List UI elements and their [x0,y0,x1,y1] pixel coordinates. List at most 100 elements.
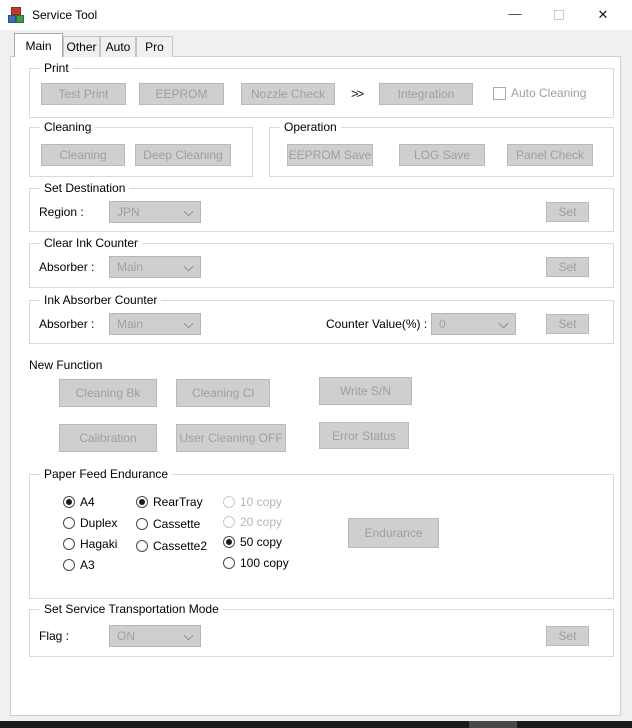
endurance-button[interactable]: Endurance [348,518,439,548]
print-group-title: Print [40,61,73,75]
eeprom-save-button[interactable]: EEPROM Save [287,144,373,166]
counter-value: 0 [439,317,446,331]
cleaning-cl-button[interactable]: Cleaning Cl [176,379,270,407]
clear-absorber-label: Absorber : [39,260,95,274]
flag-value: ON [117,629,135,643]
checkbox-icon [493,86,506,100]
radio-label: 50 copy [240,535,283,549]
user-cleaning-off-button[interactable]: User Cleaning OFF [176,424,286,452]
radio-icon [136,518,148,530]
radio-icon [223,516,235,528]
auto-cleaning-checkbox-row[interactable]: Auto Cleaning [493,86,586,100]
flag-label: Flag : [39,629,70,643]
set-destination-set-button[interactable]: Set [546,202,589,222]
write-sn-button[interactable]: Write S/N [319,377,412,405]
ink-absorber-counter-title: Ink Absorber Counter [40,293,162,307]
radio-label: 20 copy [240,515,283,529]
maximize-icon [554,10,564,20]
maximize-button[interactable] [537,0,581,30]
radio-icon [223,496,235,508]
chevron-down-icon [498,318,509,329]
panel-check-button[interactable]: Panel Check [507,144,593,166]
taskbar-app-indicator[interactable] [469,721,517,728]
paper-feed-endurance-title: Paper Feed Endurance [40,467,173,481]
counter-value-label: Counter Value(%) : [326,317,428,331]
radio-label: 100 copy [240,556,289,570]
nozzle-check-button[interactable]: Nozzle Check [241,83,335,105]
radio-label: RearTray [153,495,203,509]
arrow-glyph: >> [351,86,364,101]
counter-value-dropdown[interactable]: 0 [431,313,516,335]
radio-label: Cassette [153,517,201,531]
radio-icon [63,517,75,529]
radio-hagaki[interactable]: Hagaki [63,537,117,551]
tab-auto[interactable]: Auto [100,36,136,57]
new-function-title: New Function [29,358,103,372]
calibration-button[interactable]: Calibration [59,424,157,452]
chevron-down-icon [183,318,194,329]
radio-20-copy[interactable]: 20 copy [223,515,282,529]
radio-icon [63,559,75,571]
clear-ink-set-button[interactable]: Set [546,257,589,277]
radio-icon [136,540,148,552]
error-status-button[interactable]: Error Status [319,422,409,449]
absorber-dropdown[interactable]: Main [109,313,201,335]
transport-set-button[interactable]: Set [546,626,589,646]
radio-reartray[interactable]: RearTray [136,495,203,509]
radio-label: Duplex [80,516,118,530]
radio-icon [223,557,235,569]
deep-cleaning-button[interactable]: Deep Cleaning [135,144,231,166]
chevron-down-icon [183,206,194,217]
radio-label: Cassette2 [153,539,208,553]
region-dropdown[interactable]: JPN [109,201,201,223]
tab-pro[interactable]: Pro [136,36,173,57]
clear-absorber-dropdown[interactable]: Main [109,256,201,278]
region-value: JPN [117,205,140,219]
operation-group-title: Operation [280,120,341,134]
window-controls: — ✕ [493,0,625,30]
close-icon: ✕ [597,7,609,22]
radio-icon [136,496,148,508]
minimize-icon: — [508,5,522,21]
integration-button[interactable]: Integration [379,83,473,105]
auto-cleaning-label: Auto Cleaning [511,86,587,100]
cleaning-button[interactable]: Cleaning [41,144,125,166]
tab-main[interactable]: Main [14,33,63,57]
log-save-button[interactable]: LOG Save [399,144,485,166]
radio-label: Hagaki [80,537,118,551]
radio-duplex[interactable]: Duplex [63,516,117,530]
window-title: Service Tool [32,8,98,22]
minimize-button[interactable]: — [493,0,537,30]
radio-cassette[interactable]: Cassette [136,517,200,531]
radio-label: A3 [80,558,95,572]
title-bar: Service Tool — ✕ [0,0,632,30]
radio-a4[interactable]: A4 [63,495,95,509]
radio-cassette2[interactable]: Cassette2 [136,539,207,553]
radio-50-copy[interactable]: 50 copy [223,535,282,549]
chevron-down-icon [183,630,194,641]
flag-dropdown[interactable]: ON [109,625,201,647]
taskbar [0,721,632,728]
radio-a3[interactable]: A3 [63,558,95,572]
cleaning-bk-button[interactable]: Cleaning Bk [59,379,157,407]
cleaning-group-title: Cleaning [40,120,96,134]
clear-absorber-value: Main [117,260,144,274]
eeprom-button[interactable]: EEPROM [139,83,224,105]
chevron-down-icon [183,261,194,272]
radio-icon [223,536,235,548]
main-tab-page: Print Test Print EEPROM Nozzle Check >> … [10,56,621,716]
region-label: Region : [39,205,84,219]
radio-label: 10 copy [240,495,283,509]
radio-10-copy[interactable]: 10 copy [223,495,282,509]
clear-ink-counter-title: Clear Ink Counter [40,236,143,250]
radio-icon [63,538,75,550]
close-button[interactable]: ✕ [581,0,625,30]
radio-100-copy[interactable]: 100 copy [223,556,289,570]
radio-label: A4 [80,495,95,509]
transport-mode-title: Set Service Transportation Mode [40,602,223,616]
app-icon [8,7,24,23]
absorber-value: Main [117,317,144,331]
test-print-button[interactable]: Test Print [41,83,126,105]
tab-other[interactable]: Other [63,36,100,57]
ink-absorber-set-button[interactable]: Set [546,314,589,334]
